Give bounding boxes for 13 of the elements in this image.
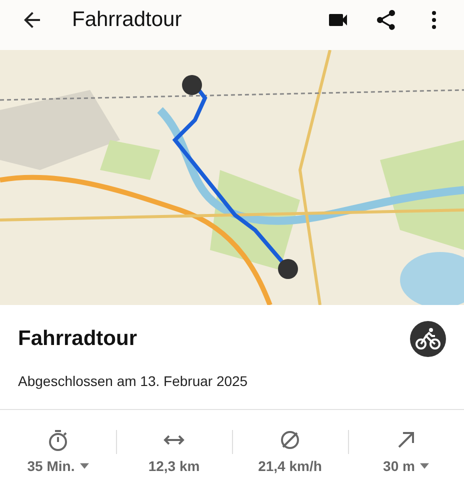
caret-icon xyxy=(80,463,89,469)
stat-value: 21,4 km/h xyxy=(258,458,322,474)
bicycle-icon xyxy=(410,321,446,357)
diameter-icon xyxy=(278,428,302,452)
completion-date: Abgeschlossen am 13. Februar 2025 xyxy=(18,373,249,389)
stopwatch-icon xyxy=(46,428,70,452)
activity-title: Fahrradtour xyxy=(18,327,138,351)
share-icon[interactable] xyxy=(374,8,398,32)
caret-icon xyxy=(420,463,429,469)
stat-value: 12,3 km xyxy=(148,458,200,474)
stat-dropdown[interactable]: 30 m xyxy=(383,458,429,474)
screen-title: Fahrradtour xyxy=(72,8,182,32)
stat-dropdown[interactable]: 35 Min. xyxy=(27,458,89,474)
